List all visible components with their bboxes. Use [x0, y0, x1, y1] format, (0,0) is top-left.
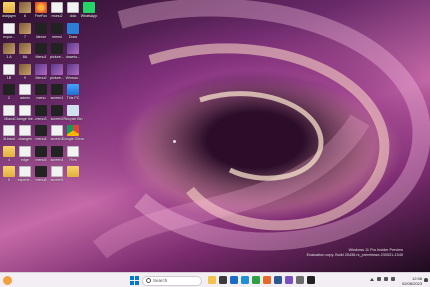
taskbar-app-terminal-icon[interactable] [307, 276, 315, 284]
taskbar-clock[interactable]: 12:58 02/08/2023 [402, 276, 422, 286]
dark-icon [35, 22, 47, 34]
taskbar-app-firefox-icon[interactable] [263, 276, 271, 284]
taskbar-app-store-icon[interactable] [219, 276, 227, 284]
dark-icon [35, 125, 47, 136]
doc-icon [51, 125, 63, 136]
desktop-icon-label: downlo... [65, 55, 81, 59]
weather-widget-icon[interactable] [3, 276, 12, 285]
volume-icon[interactable] [384, 277, 388, 281]
whatsapp-icon [83, 2, 95, 13]
dark-icon [35, 43, 47, 54]
taskbar-app-settings-icon[interactable] [296, 276, 304, 284]
taskbar: Search 12:58 02/08/2023 [0, 272, 430, 287]
desktop-icon[interactable]: Files [64, 145, 82, 168]
chrome-icon [67, 125, 79, 136]
desktop-icon[interactable]: Recycle Bin [63, 104, 83, 127]
dark-icon [35, 84, 47, 95]
search-icon [146, 278, 151, 283]
network-icon[interactable] [377, 277, 381, 281]
taskbar-app-mail-icon[interactable] [230, 276, 238, 284]
doc-icon [3, 22, 15, 34]
folder-icon [3, 145, 15, 157]
desktop-icon-label: Files [69, 157, 77, 162]
battery-icon[interactable] [391, 277, 395, 281]
show-hidden-icons-chevron-icon[interactable] [370, 277, 374, 281]
mouse-cursor [173, 140, 176, 143]
start-tile [135, 281, 139, 285]
folder-icon [3, 2, 15, 13]
dark-icon [51, 84, 63, 95]
desktop-icon[interactable]: downlo... [64, 43, 82, 65]
dark-icon [51, 22, 63, 34]
doc-icon [3, 104, 15, 116]
recycle-icon [67, 104, 79, 116]
taskbar-app-chrome-icon[interactable] [252, 276, 260, 284]
doc-icon [19, 84, 31, 95]
notification-bell-icon[interactable] [424, 278, 428, 282]
system-tray [370, 277, 395, 281]
doc-icon [19, 166, 31, 177]
desktop-icon[interactable]: Docs [64, 22, 82, 45]
desktop-icon-label: Winrow... [65, 75, 81, 80]
taskbar-app-photos-icon[interactable] [285, 276, 293, 284]
desktop-icon-grid: dsbjaym 6 FireFox monu2 dolo WhatsApp expor...… [0, 0, 100, 190]
search-placeholder: Search [153, 278, 168, 283]
folder-icon [67, 166, 79, 177]
doc-icon [19, 104, 31, 116]
doc-icon [19, 125, 31, 136]
img-icon [19, 63, 31, 75]
dark-icon [35, 104, 47, 116]
purple-icon [51, 63, 63, 75]
img-icon [19, 43, 31, 54]
taskbar-search-box[interactable]: Search [142, 275, 202, 286]
purple-icon [35, 63, 47, 75]
doc-icon [19, 145, 31, 157]
folder-icon [3, 166, 15, 177]
dark-icon [3, 84, 15, 95]
pc-icon [67, 84, 79, 95]
ff-icon [35, 2, 47, 13]
desktop-icon[interactable]: This PC [64, 84, 82, 106]
purple-icon [67, 43, 79, 54]
start-tile [130, 276, 134, 280]
doc-icon [3, 125, 15, 136]
desktop-icon-label: WhatsApp [80, 14, 98, 18]
desktop-icon-label: Google Chrome [62, 137, 84, 141]
taskbar-app-edge-icon[interactable] [241, 276, 249, 284]
desktop-icon[interactable] [64, 166, 82, 188]
taskbar-app-file-explorer-icon[interactable] [208, 276, 216, 284]
doc-icon [67, 2, 79, 13]
dark-icon [35, 145, 47, 157]
doc-icon [51, 166, 63, 177]
dark-icon [35, 166, 47, 177]
desktop-icon[interactable]: WhatsApp [80, 2, 98, 24]
img-icon [3, 43, 15, 54]
desktop-icon-label: This PC [66, 96, 80, 100]
desktop-icon-label: Docs [68, 34, 78, 39]
blue-icon [67, 22, 79, 34]
watermark-line2: Evaluation copy. Build 25436.rs_prerelea… [306, 253, 403, 257]
img-icon [19, 22, 31, 34]
doc-icon [3, 63, 15, 75]
desktop-icon[interactable]: Winrow... [64, 63, 82, 86]
desktop-icon-label: Recycle Bin [63, 116, 83, 121]
purple-icon [67, 63, 79, 75]
start-tile [130, 281, 134, 285]
dark-icon [51, 145, 63, 157]
taskbar-app-word-icon[interactable] [274, 276, 282, 284]
desktop-icon[interactable]: Google Chrome [62, 125, 84, 147]
clock-date: 02/08/2023 [401, 280, 422, 286]
start-tile [135, 276, 139, 280]
img-icon [19, 2, 31, 13]
dark-icon [51, 43, 63, 54]
doc-icon [67, 145, 79, 157]
doc-icon [51, 2, 63, 13]
dark-icon [51, 104, 63, 116]
start-button[interactable] [130, 276, 139, 285]
windows-watermark: Windows 11 Pro Insider Preview Evaluatio… [307, 248, 403, 258]
